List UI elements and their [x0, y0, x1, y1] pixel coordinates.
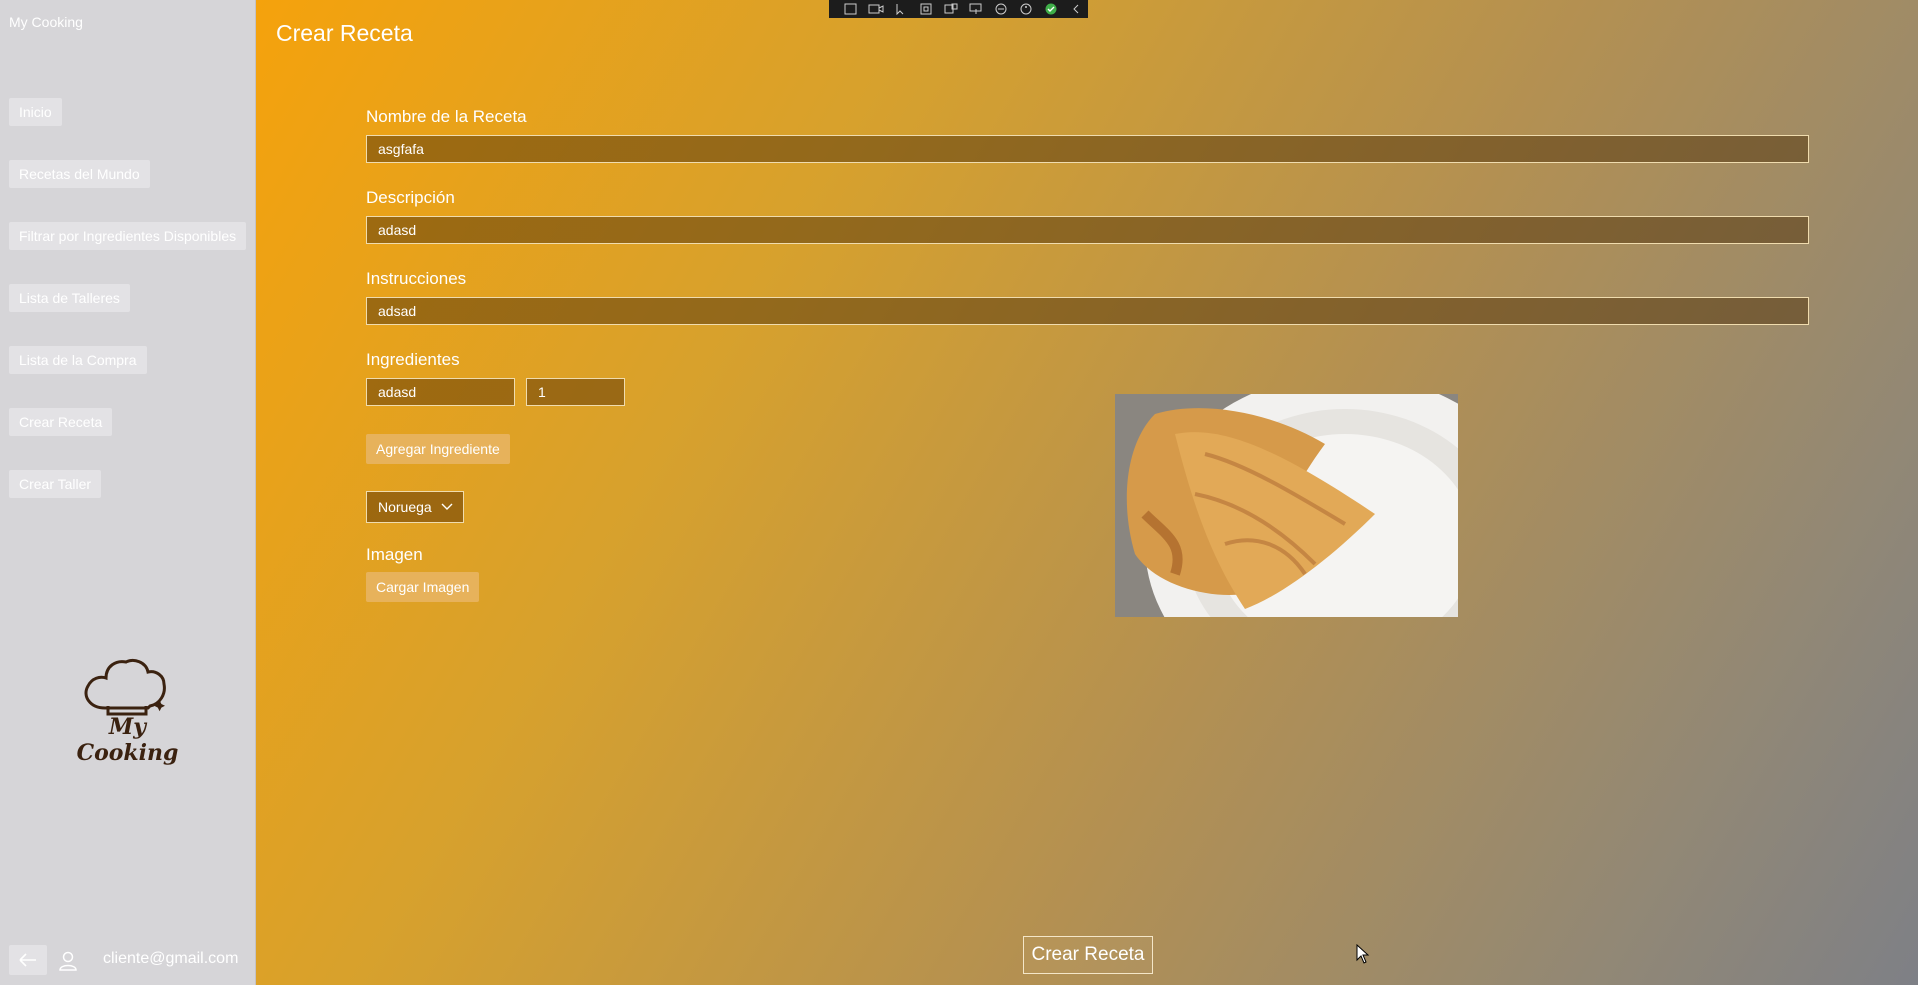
image-label: Imagen: [366, 545, 423, 564]
video-icon[interactable]: [868, 3, 884, 15]
region-icon[interactable]: [943, 3, 959, 15]
main-content: Crear Receta Nombre de la Receta asgfafa…: [256, 0, 1918, 985]
upload-image-button[interactable]: Cargar Imagen: [366, 572, 480, 602]
sidebar-item-recetas-del-mundo[interactable]: Recetas del Mundo: [9, 160, 150, 188]
ingredient-name-input[interactable]: adasd: [366, 378, 515, 406]
capture-toolbar: [829, 0, 1088, 18]
recipe-name-input[interactable]: asgfafa: [366, 135, 1809, 163]
window-icon[interactable]: [918, 3, 934, 15]
sidebar-item-filtrar-ingredientes[interactable]: Filtrar por Ingredientes Disponibles: [9, 222, 247, 250]
recipe-image-preview: [1115, 394, 1458, 617]
logo-text: My Cooking: [76, 714, 179, 766]
mouse-cursor-icon: [1356, 944, 1370, 964]
pointer-icon[interactable]: [893, 3, 909, 15]
sidebar-item-lista-compra[interactable]: Lista de la Compra: [9, 346, 147, 374]
accessibility-icon[interactable]: [1018, 3, 1034, 15]
sidebar-item-crear-receta[interactable]: Crear Receta: [9, 408, 113, 436]
snip-icon[interactable]: [843, 3, 859, 15]
add-ingredient-button[interactable]: Agregar Ingrediente: [366, 434, 510, 464]
sidebar-item-lista-talleres[interactable]: Lista de Talleres: [9, 284, 130, 312]
collapse-chevron-icon[interactable]: [1068, 3, 1084, 15]
back-arrow-icon: [19, 953, 36, 967]
ingredients-label: Ingredientes: [366, 350, 460, 369]
sidebar: My Cooking Inicio Recetas del Mundo Filt…: [0, 0, 256, 985]
screen-pointer-icon[interactable]: [968, 3, 984, 15]
ingredient-quantity-input[interactable]: 1: [526, 378, 625, 406]
audio-icon[interactable]: [993, 3, 1009, 15]
app-title: My Cooking: [9, 14, 83, 30]
country-select-value: Noruega: [378, 499, 432, 515]
chef-hat-icon: [84, 658, 166, 716]
user-email: cliente@gmail.com: [103, 950, 239, 967]
description-input[interactable]: adasd: [366, 216, 1809, 244]
instructions-input[interactable]: adsad: [366, 297, 1809, 325]
back-button[interactable]: [9, 945, 47, 975]
chevron-down-icon: [441, 503, 453, 510]
description-label: Descripción: [366, 188, 455, 207]
app-logo: My Cooking: [60, 656, 195, 766]
page-title: Crear Receta: [276, 20, 413, 46]
user-icon: [59, 951, 77, 971]
check-icon[interactable]: [1043, 3, 1059, 15]
create-recipe-button[interactable]: Crear Receta: [1023, 936, 1153, 974]
sidebar-item-inicio[interactable]: Inicio: [9, 98, 62, 126]
recipe-name-label: Nombre de la Receta: [366, 107, 527, 126]
country-select[interactable]: Noruega: [366, 491, 464, 523]
sidebar-item-crear-taller[interactable]: Crear Taller: [9, 470, 102, 498]
instructions-label: Instrucciones: [366, 269, 467, 288]
